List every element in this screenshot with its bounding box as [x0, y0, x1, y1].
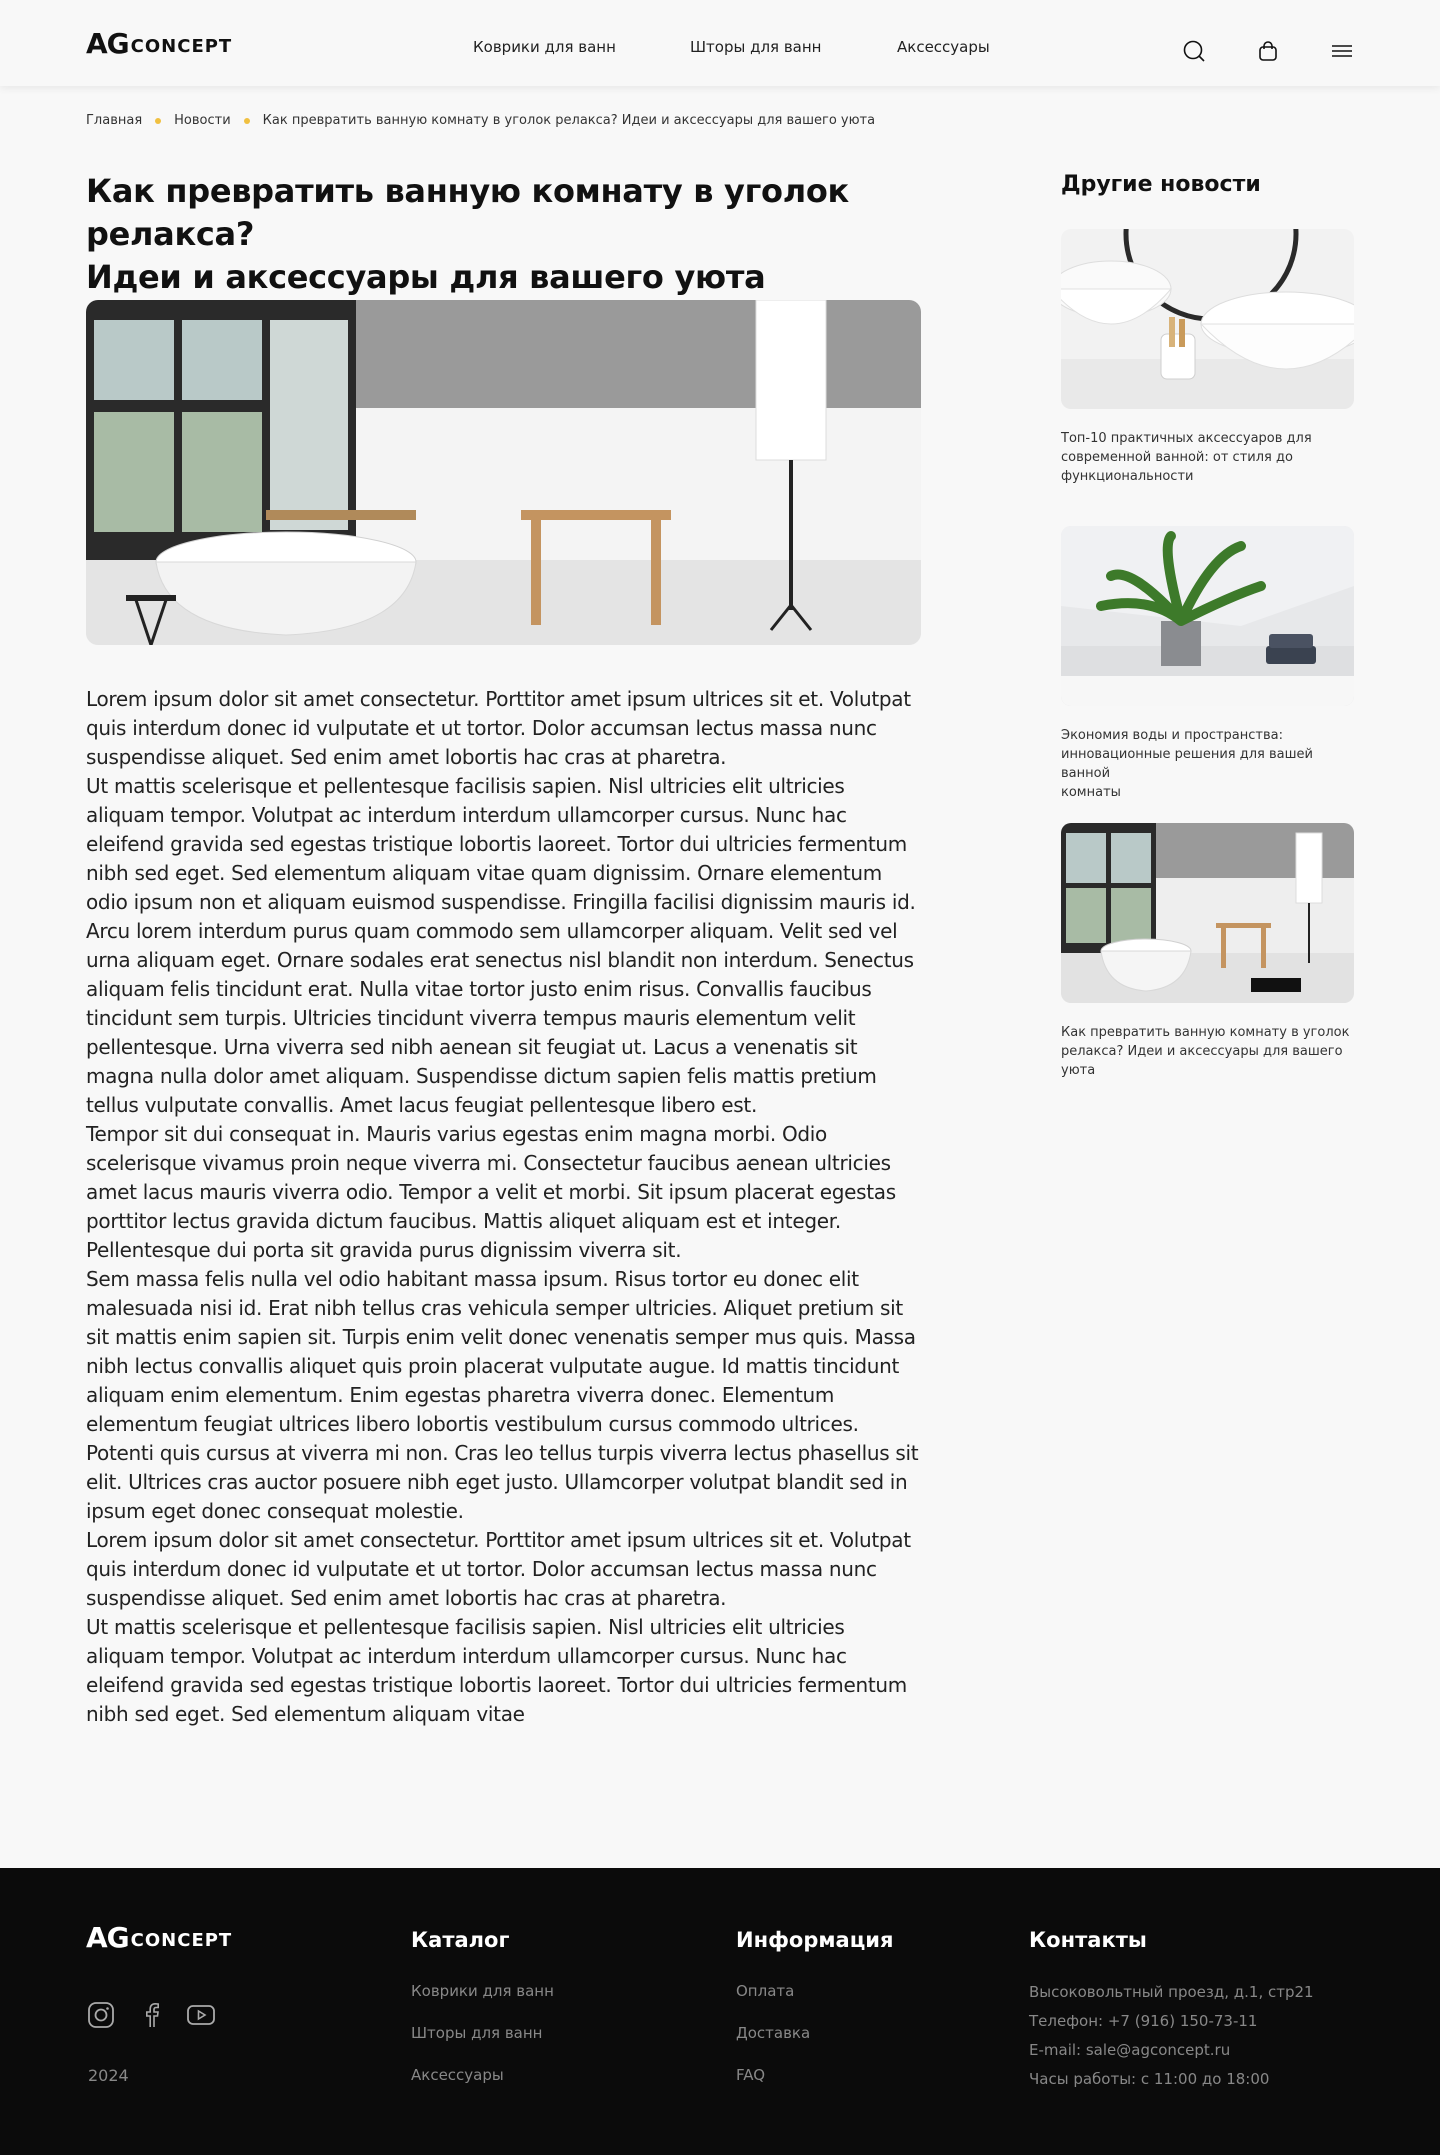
news-card-image — [1061, 526, 1354, 706]
article-hero-image — [86, 300, 921, 645]
news-card-title-line: уюта — [1061, 1063, 1096, 1078]
breadcrumb-separator — [155, 117, 162, 124]
article-paragraph: Lorem ipsum dolor sit amet consectetur. … — [86, 687, 911, 769]
copyright-year: 2024 — [88, 2066, 129, 2085]
logo-ag: AG — [86, 27, 130, 60]
other-news-title: Другие новости — [1061, 172, 1261, 197]
news-card[interactable]: Экономия воды и пространства: инновацион… — [1061, 526, 1354, 802]
footer-catalog-title: Каталог — [411, 1928, 510, 1952]
article-paragraph: Ut mattis scelerisque et pellentesque fa… — [86, 774, 916, 1117]
news-card-title-line: релакса? Идеи и аксессуары для вашего — [1061, 1044, 1343, 1059]
news-card-title: Экономия воды и пространства: инновацион… — [1061, 726, 1354, 802]
contact-hours: Часы работы: с 11:00 до 18:00 — [1029, 2070, 1270, 2088]
article-paragraph: Lorem ipsum dolor sit amet consectetur. … — [86, 1528, 911, 1610]
contact-address: Высоковольтный проезд, д.1, стр21 — [1029, 1983, 1314, 2001]
news-card-title-line: Экономия воды и пространства: — [1061, 728, 1283, 743]
footer-link-bath-mats[interactable]: Коврики для ванн — [411, 1982, 554, 2000]
site-footer: AG CONCEPT 2024 Каталог Коврики для ванн… — [0, 1868, 1440, 2155]
breadcrumb-news[interactable]: Новости — [174, 113, 231, 128]
news-card-image — [1061, 823, 1354, 1003]
nav-item-accessories[interactable]: Аксессуары — [897, 38, 990, 56]
breadcrumb-separator — [243, 117, 250, 124]
article-paragraph: Sem massa felis nulla vel odio habitant … — [86, 1267, 919, 1523]
logo-concept: CONCEPT — [130, 36, 233, 57]
news-card-title-line: инновационные решения для вашей ванной — [1061, 747, 1313, 781]
footer-link-delivery[interactable]: Доставка — [736, 2024, 810, 2042]
nav-item-curtains[interactable]: Шторы для ванн — [690, 38, 821, 56]
footer-info-title: Информация — [736, 1928, 894, 1952]
news-card-title-line: функциональности — [1061, 469, 1194, 484]
footer-logo[interactable]: AG CONCEPT — [86, 1921, 233, 1954]
menu-icon[interactable] — [1329, 38, 1355, 64]
footer-link-curtains[interactable]: Шторы для ванн — [411, 2024, 542, 2042]
article-paragraph: Tempor sit dui consequat in. Mauris vari… — [86, 1122, 896, 1262]
nav-item-bath-mats[interactable]: Коврики для ванн — [473, 38, 616, 56]
footer-contacts-title: Контакты — [1029, 1928, 1147, 1952]
article-body: Lorem ipsum dolor sit amet consectetur. … — [86, 685, 928, 1729]
news-card[interactable]: Топ-10 практичных аксессуаров для соврем… — [1061, 229, 1354, 486]
logo-ag: AG — [86, 1921, 130, 1954]
bag-icon[interactable] — [1255, 38, 1281, 64]
contact-phone[interactable]: Телефон: +7 (916) 150-73-11 — [1029, 2012, 1257, 2030]
news-card[interactable]: Как превратить ванную комнату в уголок р… — [1061, 823, 1354, 1080]
site-header: AG CONCEPT Коврики для ванн Шторы для ва… — [0, 0, 1440, 86]
article-title: Как превратить ванную комнату в уголок р… — [86, 170, 966, 299]
breadcrumb: Главная Новости Как превратить ванную ко… — [86, 113, 875, 128]
instagram-icon[interactable] — [86, 2000, 116, 2030]
footer-link-faq[interactable]: FAQ — [736, 2066, 765, 2084]
search-icon[interactable] — [1181, 38, 1207, 64]
breadcrumb-current: Как превратить ванную комнату в уголок р… — [262, 113, 876, 128]
breadcrumb-home[interactable]: Главная — [86, 113, 142, 128]
article-title-line1: Как превратить ванную комнату в уголок р… — [86, 172, 849, 253]
news-card-title-line: Топ-10 практичных аксессуаров для — [1061, 431, 1312, 446]
logo[interactable]: AG CONCEPT — [86, 27, 233, 60]
news-card-title-line: Как превратить ванную комнату в уголок — [1061, 1025, 1350, 1040]
youtube-icon[interactable] — [186, 2000, 216, 2030]
article-paragraph: Ut mattis scelerisque et pellentesque fa… — [86, 1615, 907, 1726]
news-card-title-line: современной ванной: от стиля до — [1061, 450, 1293, 465]
footer-link-payment[interactable]: Оплата — [736, 1982, 794, 2000]
contact-email[interactable]: E-mail: sale@agconcept.ru — [1029, 2041, 1230, 2059]
news-card-title: Как превратить ванную комнату в уголок р… — [1061, 1023, 1354, 1080]
footer-link-accessories[interactable]: Аксессуары — [411, 2066, 504, 2084]
news-card-title-line: комнаты — [1061, 785, 1121, 800]
facebook-icon[interactable] — [137, 2000, 167, 2030]
news-card-image — [1061, 229, 1354, 409]
logo-concept: CONCEPT — [130, 1930, 233, 1951]
article-title-line2: Идеи и аксессуары для вашего уюта — [86, 258, 766, 296]
news-card-title: Топ-10 практичных аксессуаров для соврем… — [1061, 429, 1354, 486]
